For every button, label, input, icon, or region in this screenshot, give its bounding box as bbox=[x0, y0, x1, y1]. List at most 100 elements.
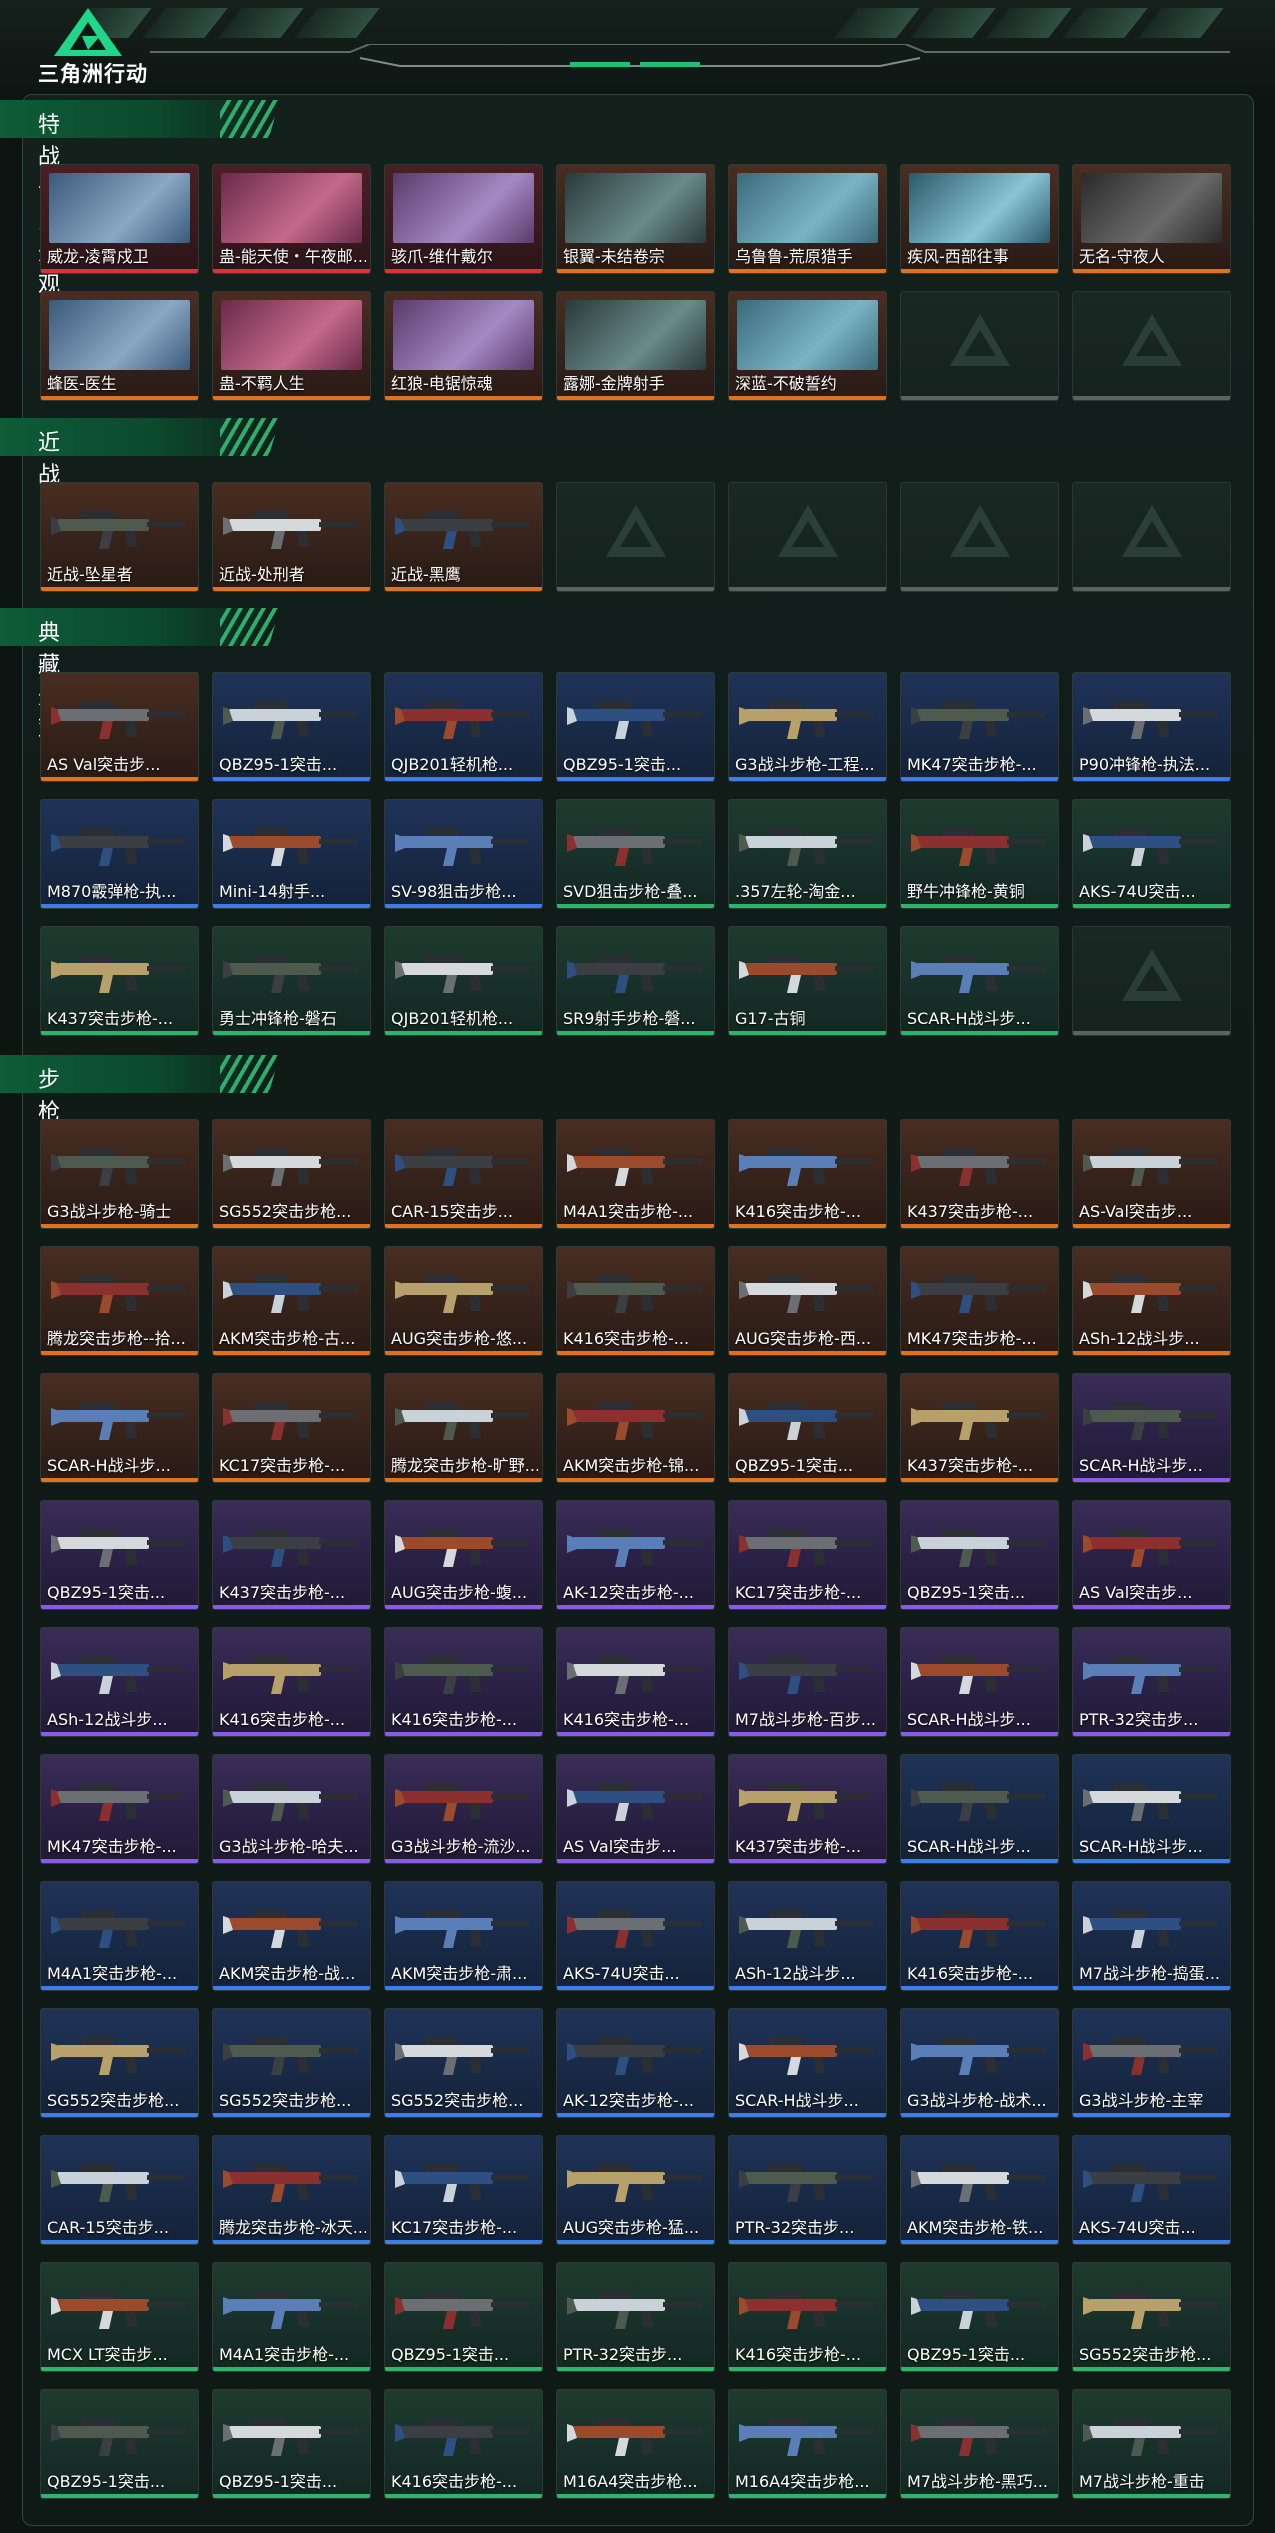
item-card[interactable]: AS Val突击步... bbox=[1072, 1500, 1231, 1610]
item-card[interactable]: AUG突击步枪-蝮... bbox=[384, 1500, 543, 1610]
item-card[interactable]: M16A4突击步枪... bbox=[728, 2389, 887, 2499]
item-card[interactable]: M7战斗步枪-重击 bbox=[1072, 2389, 1231, 2499]
item-card[interactable]: AKS-74U突击... bbox=[1072, 2135, 1231, 2245]
item-card[interactable]: K437突击步枪-... bbox=[212, 1500, 371, 1610]
item-card[interactable]: 疾风-西部往事 bbox=[900, 164, 1059, 274]
item-card[interactable]: M7战斗步枪-捣蛋... bbox=[1072, 1881, 1231, 1991]
item-card[interactable]: PTR-32突击步... bbox=[1072, 1627, 1231, 1737]
item-card[interactable]: G3战斗步枪-骑士 bbox=[40, 1119, 199, 1229]
item-card[interactable]: AKS-74U突击... bbox=[1072, 799, 1231, 909]
item-card[interactable]: AKM突击步枪-古... bbox=[212, 1246, 371, 1356]
item-card[interactable]: 深蓝-不破誓约 bbox=[728, 291, 887, 401]
item-card[interactable]: AS Val突击步... bbox=[40, 672, 199, 782]
item-card[interactable]: G17-古铜 bbox=[728, 926, 887, 1036]
item-card[interactable]: K416突击步枪-... bbox=[728, 2262, 887, 2372]
item-card[interactable]: 腾龙突击步枪-旷野... bbox=[384, 1373, 543, 1483]
item-card[interactable]: SCAR-H战斗步... bbox=[1072, 1373, 1231, 1483]
item-card[interactable]: PTR-32突击步... bbox=[556, 2262, 715, 2372]
item-card[interactable]: AUG突击步枪-悠... bbox=[384, 1246, 543, 1356]
item-card[interactable]: K437突击步枪-... bbox=[40, 926, 199, 1036]
item-card[interactable]: AK-12突击步枪-... bbox=[556, 2008, 715, 2118]
item-card[interactable]: KC17突击步枪-... bbox=[728, 1500, 887, 1610]
item-card[interactable]: K437突击步枪-... bbox=[900, 1119, 1059, 1229]
item-card[interactable]: QBZ95-1突击... bbox=[556, 672, 715, 782]
item-card[interactable]: QBZ95-1突击... bbox=[40, 1500, 199, 1610]
item-card[interactable]: 近战-黑鹰 bbox=[384, 482, 543, 592]
item-card[interactable]: K416突击步枪-... bbox=[556, 1246, 715, 1356]
item-card[interactable]: 蜂医-医生 bbox=[40, 291, 199, 401]
item-card[interactable]: 腾龙突击步枪-冰天... bbox=[212, 2135, 371, 2245]
item-card[interactable]: AS Val突击步... bbox=[556, 1754, 715, 1864]
item-card[interactable]: SCAR-H战斗步... bbox=[900, 926, 1059, 1036]
item-card[interactable]: SG552突击步枪... bbox=[1072, 2262, 1231, 2372]
item-card[interactable]: SCAR-H战斗步... bbox=[900, 1627, 1059, 1737]
item-card[interactable]: SCAR-H战斗步... bbox=[900, 1754, 1059, 1864]
item-card[interactable]: AKS-74U突击... bbox=[556, 1881, 715, 1991]
item-card[interactable]: AKM突击步枪-肃... bbox=[384, 1881, 543, 1991]
item-card[interactable]: SCAR-H战斗步... bbox=[1072, 1754, 1231, 1864]
item-card[interactable]: G3战斗步枪-流沙... bbox=[384, 1754, 543, 1864]
item-card[interactable]: SG552突击步枪... bbox=[212, 1119, 371, 1229]
item-card[interactable]: G3战斗步枪-哈夫... bbox=[212, 1754, 371, 1864]
item-card[interactable]: PTR-32突击步... bbox=[728, 2135, 887, 2245]
item-card[interactable]: G3战斗步枪-工程... bbox=[728, 672, 887, 782]
item-card[interactable]: QJB201轻机枪... bbox=[384, 672, 543, 782]
item-card[interactable]: M7战斗步枪-百步... bbox=[728, 1627, 887, 1737]
item-card[interactable]: SCAR-H战斗步... bbox=[40, 1373, 199, 1483]
item-card[interactable]: AK-12突击步枪-... bbox=[556, 1500, 715, 1610]
item-card[interactable]: QBZ95-1突击... bbox=[728, 1373, 887, 1483]
item-card[interactable]: SCAR-H战斗步... bbox=[728, 2008, 887, 2118]
item-card[interactable]: MK47突击步枪-... bbox=[40, 1754, 199, 1864]
item-card[interactable]: MK47突击步枪-... bbox=[900, 672, 1059, 782]
item-card[interactable]: SVD狙击步枪-叠... bbox=[556, 799, 715, 909]
item-card[interactable]: QBZ95-1突击... bbox=[212, 672, 371, 782]
item-card[interactable]: ASh-12战斗步... bbox=[728, 1881, 887, 1991]
item-card[interactable]: ASh-12战斗步... bbox=[40, 1627, 199, 1737]
item-card[interactable]: 腾龙突击步枪--拾... bbox=[40, 1246, 199, 1356]
item-card[interactable]: K416突击步枪-... bbox=[384, 1627, 543, 1737]
item-card[interactable]: 近战-坠星者 bbox=[40, 482, 199, 592]
item-card[interactable]: CAR-15突击步... bbox=[384, 1119, 543, 1229]
item-card[interactable]: G3战斗步枪-战术... bbox=[900, 2008, 1059, 2118]
item-card[interactable]: Mini-14射手... bbox=[212, 799, 371, 909]
item-card[interactable]: SG552突击步枪... bbox=[384, 2008, 543, 2118]
item-card[interactable]: QBZ95-1突击... bbox=[40, 2389, 199, 2499]
item-card[interactable]: SG552突击步枪... bbox=[40, 2008, 199, 2118]
item-card[interactable]: K416突击步枪-... bbox=[556, 1627, 715, 1737]
item-card[interactable]: 无名-守夜人 bbox=[1072, 164, 1231, 274]
item-card[interactable]: AUG突击步枪-猛... bbox=[556, 2135, 715, 2245]
item-card[interactable]: AKM突击步枪-铁... bbox=[900, 2135, 1059, 2245]
item-card[interactable]: ASh-12战斗步... bbox=[1072, 1246, 1231, 1356]
item-card[interactable]: 红狼-电锯惊魂 bbox=[384, 291, 543, 401]
item-card[interactable]: K416突击步枪-... bbox=[212, 1627, 371, 1737]
item-card[interactable]: MK47突击步枪-... bbox=[900, 1246, 1059, 1356]
item-card[interactable]: 勇士冲锋枪-磐石 bbox=[212, 926, 371, 1036]
item-card[interactable]: G3战斗步枪-主宰 bbox=[1072, 2008, 1231, 2118]
item-card[interactable]: 露娜-金牌射手 bbox=[556, 291, 715, 401]
item-card[interactable]: SR9射手步枪-磐... bbox=[556, 926, 715, 1036]
item-card[interactable]: M4A1突击步枪-... bbox=[40, 1881, 199, 1991]
item-card[interactable]: SG552突击步枪... bbox=[212, 2008, 371, 2118]
item-card[interactable]: QBZ95-1突击... bbox=[900, 2262, 1059, 2372]
item-card[interactable]: KC17突击步枪-... bbox=[384, 2135, 543, 2245]
item-card[interactable]: QBZ95-1突击... bbox=[212, 2389, 371, 2499]
item-card[interactable]: K437突击步枪-... bbox=[900, 1373, 1059, 1483]
item-card[interactable]: 乌鲁鲁-荒原猎手 bbox=[728, 164, 887, 274]
item-card[interactable]: M870霰弹枪-执... bbox=[40, 799, 199, 909]
item-card[interactable]: .357左轮-淘金... bbox=[728, 799, 887, 909]
item-card[interactable]: AUG突击步枪-西... bbox=[728, 1246, 887, 1356]
item-card[interactable]: K416突击步枪-... bbox=[728, 1119, 887, 1229]
item-card[interactable]: 近战-处刑者 bbox=[212, 482, 371, 592]
item-card[interactable]: AKM突击步枪-锦... bbox=[556, 1373, 715, 1483]
item-card[interactable]: QBZ95-1突击... bbox=[384, 2262, 543, 2372]
item-card[interactable]: AS-Val突击步... bbox=[1072, 1119, 1231, 1229]
item-card[interactable]: QJB201轻机枪... bbox=[384, 926, 543, 1036]
item-card[interactable]: QBZ95-1突击... bbox=[900, 1500, 1059, 1610]
item-card[interactable]: CAR-15突击步... bbox=[40, 2135, 199, 2245]
item-card[interactable]: K437突击步枪-... bbox=[728, 1754, 887, 1864]
item-card[interactable]: K416突击步枪-... bbox=[384, 2389, 543, 2499]
item-card[interactable]: SV-98狙击步枪... bbox=[384, 799, 543, 909]
item-card[interactable]: 银翼-未结卷宗 bbox=[556, 164, 715, 274]
item-card[interactable]: 蛊-不羁人生 bbox=[212, 291, 371, 401]
item-card[interactable]: M4A1突击步枪-... bbox=[212, 2262, 371, 2372]
